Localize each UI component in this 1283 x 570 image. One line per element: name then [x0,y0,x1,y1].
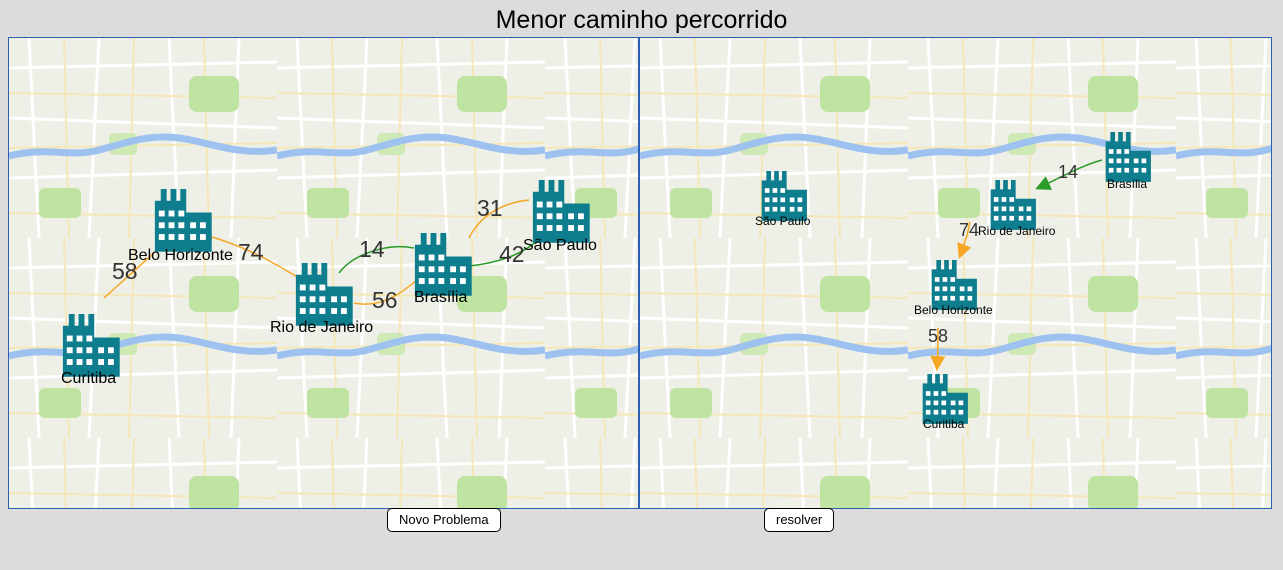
solution-map[interactable]: 14 74 58 São Paulo Brasília Rio de Janei… [640,38,1271,508]
problem-graph-panel[interactable]: 58 74 14 56 31 42 Curitiba Belo Horizont… [8,37,639,509]
edge-weight-74: 74 [959,220,979,240]
edge-weight-58: 58 [928,326,948,346]
solve-button[interactable]: resolver [764,508,835,532]
node-label-rio-de-janeiro: Rio de Janeiro [270,319,373,336]
solution-graph-panel[interactable]: 14 74 58 São Paulo Brasília Rio de Janei… [639,37,1272,509]
node-label-belo-horizonte: Belo Horizonte [914,303,993,317]
node-label-curitiba: Curitiba [923,417,965,431]
page-title: Menor caminho percorrido [495,6,788,34]
edge-weight-74: 74 [238,239,264,265]
problem-map[interactable]: 58 74 14 56 31 42 Curitiba Belo Horizont… [9,38,638,508]
node-label-sao-paulo: São Paulo [523,237,597,254]
node-label-brasilia: Brasília [1107,177,1147,191]
node-label-belo-horizonte: Belo Horizonte [128,247,233,264]
edge-weight-14: 14 [1058,162,1078,182]
node-label-brasilia: Brasília [414,289,467,306]
edge-weight-31: 31 [477,195,503,221]
node-label-curitiba: Curitiba [61,370,116,387]
node-label-rio-de-janeiro: Rio de Janeiro [978,224,1056,238]
node-label-sao-paulo: São Paulo [755,214,811,228]
edge-weight-14: 14 [359,236,385,262]
edge-weight-56: 56 [372,287,398,313]
new-problem-button[interactable]: Novo Problema [387,508,501,532]
edge-weight-42: 42 [499,241,525,267]
